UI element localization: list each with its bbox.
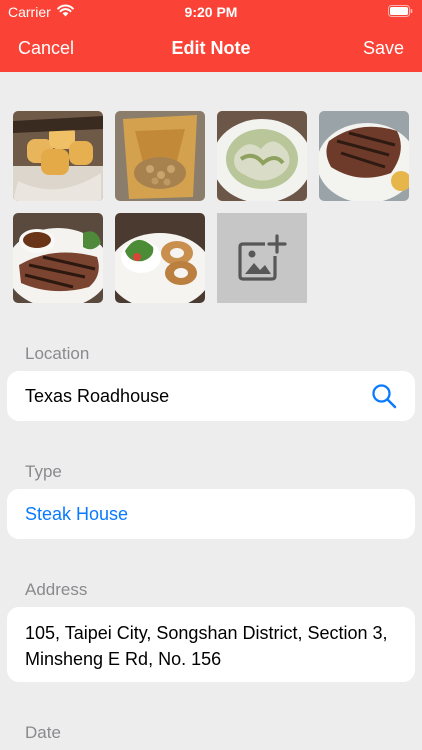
type-value: Steak House [25, 503, 129, 524]
location-field[interactable]: Texas Roadhouse [7, 371, 415, 421]
bread-rolls-photo[interactable] [13, 111, 103, 201]
onion-rings-and-salad-photo[interactable] [115, 213, 205, 303]
save-button[interactable]: Save [363, 37, 404, 59]
steak-with-sauce-photo[interactable] [13, 213, 103, 303]
nav-bar: Carrier 9:20 PM Cancel Edit Note Save [0, 0, 422, 72]
address-value: 105, Taipei City, Songshan District, Sec… [25, 623, 388, 669]
add-photo-icon [238, 234, 287, 281]
address-field[interactable]: 105, Taipei City, Songshan District, Sec… [7, 607, 415, 682]
location-label: Location [25, 344, 90, 363]
peanuts-basket-photo[interactable] [115, 111, 205, 201]
caesar-salad-photo[interactable] [217, 111, 307, 201]
add-photo-button[interactable] [217, 213, 307, 303]
date-label: Date [25, 723, 61, 742]
search-icon[interactable] [371, 383, 397, 409]
address-label: Address [25, 580, 88, 599]
type-field[interactable]: Steak House [7, 489, 415, 539]
location-value: Texas Roadhouse [25, 385, 170, 406]
status-bar: Carrier 9:20 PM [0, 0, 422, 24]
status-time: 9:20 PM [184, 4, 238, 20]
cancel-button[interactable]: Cancel [18, 37, 74, 59]
grilled-steak-photo[interactable] [319, 111, 409, 201]
type-label: Type [25, 462, 62, 481]
battery-icon [388, 5, 413, 17]
